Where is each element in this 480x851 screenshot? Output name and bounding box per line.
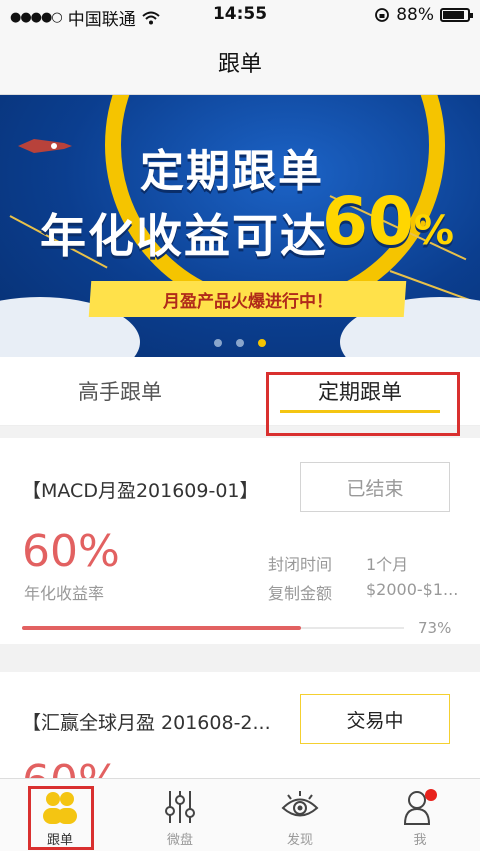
progress-bar bbox=[22, 626, 404, 630]
page-title: 跟单 bbox=[217, 52, 262, 77]
bottom-nav-micro[interactable]: 微盘 bbox=[120, 779, 240, 851]
product-name: 【MACD月盈201609-01】 bbox=[22, 480, 259, 502]
annual-rate: 60% bbox=[22, 756, 120, 778]
carousel-indicator bbox=[0, 339, 480, 347]
product-name: 【汇赢全球月盈 201608-2... bbox=[22, 712, 271, 734]
status-right: 88% bbox=[374, 5, 473, 25]
nav-bar: 跟单 bbox=[0, 30, 480, 95]
tab-expert-follow[interactable]: 高手跟单 bbox=[0, 357, 240, 425]
rocket-icon bbox=[18, 139, 72, 153]
tab-label: 高手跟单 bbox=[78, 380, 162, 404]
lock-period-label: 封闭时间 bbox=[268, 555, 333, 574]
bottom-nav-label: 发现 bbox=[286, 833, 313, 848]
product-card[interactable]: 【汇赢全球月盈 201608-2... 交易中 60% bbox=[0, 672, 480, 778]
bottom-nav-label: 微盘 bbox=[166, 833, 193, 848]
bottom-nav-me[interactable]: 我 bbox=[360, 779, 480, 851]
rotation-lock-icon bbox=[375, 8, 390, 22]
lock-period-value: 1个月 bbox=[366, 555, 409, 574]
carousel-dot-active[interactable] bbox=[258, 339, 266, 347]
sliders-icon bbox=[165, 791, 195, 823]
copy-amount-label: 复制金额 bbox=[268, 584, 333, 603]
progress-fill bbox=[22, 626, 301, 630]
status-button-ended[interactable]: 已结束 bbox=[300, 462, 450, 512]
carousel-dot[interactable] bbox=[214, 339, 222, 347]
banner-percent-sign: % bbox=[413, 208, 454, 254]
carousel-dot[interactable] bbox=[236, 339, 244, 347]
progress-percent: 73% bbox=[418, 619, 452, 637]
bottom-nav-discover[interactable]: 发现 bbox=[240, 779, 360, 851]
banner-percent-value: 60 bbox=[322, 183, 414, 260]
banner-ribbon-text: 月盈产品火爆进行中！ bbox=[162, 291, 333, 312]
status-button-trading[interactable]: 交易中 bbox=[300, 694, 450, 744]
banner-subline: 年化收益可达 bbox=[40, 209, 328, 263]
battery-icon bbox=[440, 8, 473, 22]
banner-percent: 60% bbox=[322, 183, 454, 260]
highlight-box bbox=[28, 786, 94, 850]
status-bar: ●●●●○ 中国联通 14:55 88% bbox=[0, 0, 480, 30]
highlight-box bbox=[266, 372, 460, 436]
notification-badge bbox=[425, 789, 437, 801]
banner-ribbon: 月盈产品火爆进行中！ bbox=[88, 281, 407, 317]
copy-amount-value: $2000-$1... bbox=[366, 580, 459, 599]
bottom-nav-label: 我 bbox=[413, 833, 427, 848]
eye-icon bbox=[281, 791, 319, 817]
banner-headline: 定期跟单 bbox=[140, 146, 324, 197]
promo-banner[interactable]: 定期跟单 年化收益可达 60% 月盈产品火爆进行中！ bbox=[0, 95, 480, 357]
product-card[interactable]: 【MACD月盈201609-01】 已结束 60% 年化收益率 封闭时间 1个月… bbox=[0, 438, 480, 644]
battery-percent: 88% bbox=[396, 5, 434, 25]
annual-rate: 60% bbox=[22, 526, 120, 577]
profile-icon bbox=[403, 789, 437, 825]
annual-rate-label: 年化收益率 bbox=[24, 584, 105, 603]
